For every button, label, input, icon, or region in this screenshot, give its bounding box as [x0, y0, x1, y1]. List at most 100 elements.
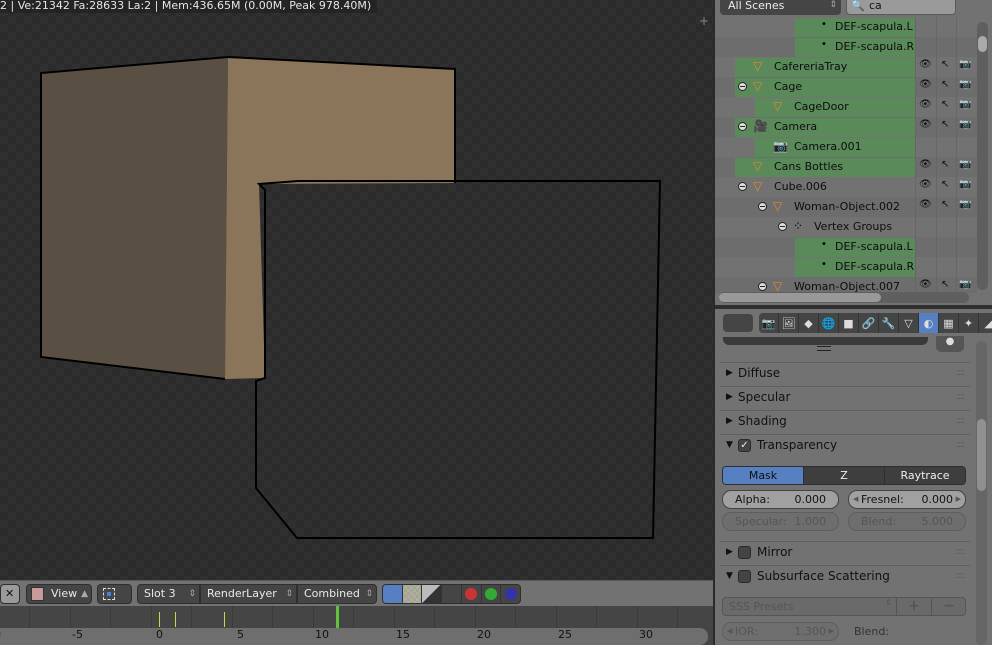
- remove-preset-button[interactable]: −: [931, 598, 965, 615]
- mask-mode-button[interactable]: Mask: [723, 467, 804, 484]
- collapse-icon[interactable]: [778, 222, 787, 231]
- raytrace-mode-button[interactable]: Raytrace: [885, 467, 965, 484]
- alpha-field[interactable]: Alpha: 0.000: [722, 490, 839, 509]
- alpha-channel-button[interactable]: [422, 585, 443, 603]
- outliner-item-label[interactable]: Woman-Object.002: [794, 200, 900, 213]
- render-icon[interactable]: 📷: [959, 99, 971, 110]
- render-icon[interactable]: 📷: [959, 119, 971, 130]
- preview-type-button[interactable]: ●: [936, 336, 964, 352]
- render-tab[interactable]: 📷: [759, 313, 779, 333]
- properties-scrollbar[interactable]: [976, 341, 987, 645]
- scrollbar-thumb[interactable]: [977, 419, 986, 491]
- render-icon[interactable]: 📷: [959, 279, 971, 290]
- outliner-row[interactable]: • DEF-scapula.L: [715, 237, 977, 257]
- editor-type-selector[interactable]: [723, 314, 753, 332]
- collapse-icon[interactable]: [758, 202, 767, 211]
- particles-tab[interactable]: ✦: [959, 313, 979, 333]
- add-region-icon[interactable]: +: [699, 14, 709, 28]
- outliner-row[interactable]: • DEF-scapula.L: [715, 17, 977, 37]
- constraints-tab[interactable]: 🔗: [859, 313, 879, 333]
- red-channel-button[interactable]: [462, 585, 482, 603]
- transparency-checkbox[interactable]: ✓: [738, 439, 751, 452]
- eye-icon[interactable]: 👁: [919, 99, 932, 110]
- outliner-item-label[interactable]: CafereriaTray: [774, 60, 847, 73]
- drag-handle-icon[interactable]: ::::: [956, 363, 965, 383]
- cursor-icon[interactable]: ↖: [941, 199, 949, 210]
- outliner-row[interactable]: ⁘ Vertex Groups: [715, 217, 977, 237]
- eye-icon[interactable]: 👁: [919, 179, 932, 190]
- cursor-icon[interactable]: ↖: [941, 119, 949, 130]
- outliner-row[interactable]: 📷 Camera.001: [715, 137, 977, 157]
- outliner-item-label[interactable]: DEF-scapula.L: [835, 20, 913, 33]
- collapse-icon[interactable]: [738, 122, 747, 131]
- keyframe-marker[interactable]: [175, 612, 177, 627]
- outliner-item-label[interactable]: Vertex Groups: [814, 220, 892, 233]
- object-tab[interactable]: ■: [839, 313, 859, 333]
- increment-arrow-icon[interactable]: ▶: [829, 623, 834, 640]
- drag-handle-icon[interactable]: ::::: [956, 411, 965, 431]
- eye-icon[interactable]: 👁: [919, 199, 932, 210]
- eye-icon[interactable]: 👁: [919, 59, 932, 70]
- sss-presets-dropdown[interactable]: SSS Presets: [729, 598, 793, 615]
- outliner-item-label[interactable]: DEF-scapula.L: [835, 240, 913, 253]
- cursor-icon[interactable]: ↖: [941, 179, 949, 190]
- outliner-item-label[interactable]: Camera.001: [794, 140, 862, 153]
- outliner-row[interactable]: 🎥 Camera 👁 ↖ 📷: [715, 117, 977, 137]
- eye-icon[interactable]: 👁: [919, 79, 932, 90]
- color-alpha-channel-button[interactable]: [383, 585, 403, 603]
- cursor-icon[interactable]: ↖: [941, 99, 949, 110]
- texture-tab[interactable]: ▦: [939, 313, 959, 333]
- panel-specular[interactable]: ▶ Specular ::::: [720, 386, 970, 408]
- z-buffer-channel-button[interactable]: [442, 585, 462, 603]
- outliner-item-label[interactable]: Camera: [774, 120, 817, 133]
- render-icon[interactable]: 📷: [959, 159, 971, 170]
- drag-handle-icon[interactable]: ::::: [956, 387, 965, 407]
- timeline-track[interactable]: [0, 606, 713, 628]
- outliner-row[interactable]: ▽ CageDoor 👁 ↖ 📷: [715, 97, 977, 117]
- close-icon[interactable]: ✕: [0, 584, 20, 604]
- panel-subsurface-scattering[interactable]: ▼ Subsurface Scattering ::::: [720, 565, 970, 587]
- render-layer-selector[interactable]: RenderLayer ⇕: [200, 584, 297, 604]
- drag-handle-icon[interactable]: ::::: [956, 542, 965, 562]
- render-icon[interactable]: 📷: [959, 179, 971, 190]
- add-preset-button[interactable]: +: [896, 598, 931, 615]
- eye-icon[interactable]: 👁: [919, 119, 932, 130]
- scene-tab[interactable]: ◆: [799, 313, 819, 333]
- view-menu[interactable]: View ▲: [26, 584, 92, 604]
- fresnel-field[interactable]: ◀ Fresnel: 0.000 ▶: [848, 490, 966, 509]
- blend-field[interactable]: Blend: 5.000: [848, 512, 966, 531]
- timeline[interactable]: 0 -5 0 5 10 15 20 25 30: [0, 606, 713, 645]
- display-mode-selector[interactable]: [97, 584, 132, 604]
- panel-diffuse[interactable]: ▶ Diffuse ::::: [720, 362, 970, 384]
- drag-handle-icon[interactable]: ::::: [956, 435, 965, 455]
- alpha-checker-channel-button[interactable]: [402, 585, 423, 603]
- scrollbar-thumb[interactable]: [719, 293, 881, 302]
- outliner-item-label[interactable]: CageDoor: [794, 100, 849, 113]
- collapse-icon[interactable]: [758, 282, 767, 291]
- collapse-icon[interactable]: [738, 182, 747, 191]
- resize-grip[interactable]: [817, 346, 831, 351]
- increment-arrow-icon[interactable]: ▶: [956, 491, 961, 508]
- outliner-row[interactable]: ▽ Cans Bottles 👁 ↖ 📷: [715, 157, 977, 177]
- outliner-row[interactable]: • DEF-scapula.R: [715, 257, 977, 277]
- render-icon[interactable]: 📷: [959, 79, 971, 90]
- world-tab[interactable]: 🌐: [819, 313, 839, 333]
- material-tab[interactable]: ◐: [919, 313, 939, 333]
- cursor-icon[interactable]: ↖: [941, 59, 949, 70]
- eye-icon[interactable]: 👁: [919, 279, 932, 290]
- keyframe-marker[interactable]: [159, 612, 160, 627]
- outliner-item-label[interactable]: DEF-scapula.R: [835, 260, 914, 273]
- outliner-row[interactable]: ▽ Cage 👁 ↖ 📷: [715, 77, 977, 97]
- render-pass-selector[interactable]: Combined ⇕: [297, 584, 377, 604]
- image-viewport[interactable]: 2 | Ve:21342 Fa:28633 La:2 | Mem:436.65M…: [0, 0, 713, 580]
- outliner-row[interactable]: ▽ Cube.006 👁 ↖ 📷: [715, 177, 977, 197]
- mirror-checkbox[interactable]: [738, 546, 751, 559]
- outliner-row[interactable]: ▽ CafereriaTray 👁 ↖ 📷: [715, 57, 977, 77]
- collapse-icon[interactable]: [738, 82, 747, 91]
- outliner-vertical-scrollbar[interactable]: [977, 22, 988, 290]
- panel-mirror[interactable]: ▶ Mirror ::::: [720, 541, 970, 563]
- slot-selector[interactable]: Slot 3 ⇕: [137, 584, 200, 604]
- ior-field[interactable]: ◀ IOR: 1.300 ▶: [722, 622, 839, 641]
- keyframe-marker[interactable]: [223, 612, 225, 627]
- decrement-arrow-icon[interactable]: ◀: [853, 491, 858, 508]
